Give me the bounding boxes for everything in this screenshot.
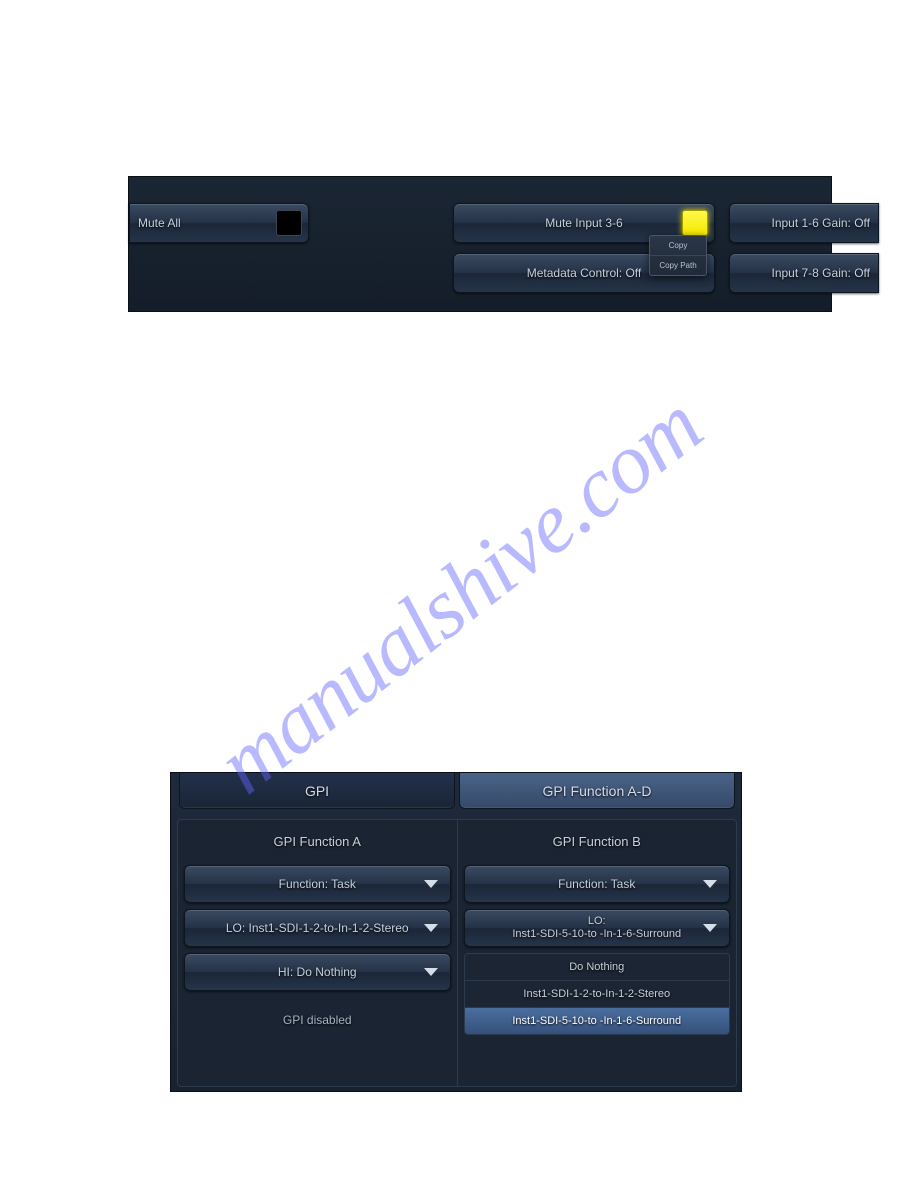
- context-menu: Copy Copy Path: [649, 235, 707, 276]
- hi-option-stereo[interactable]: Inst1-SDI-1-2-to-In-1-2-Stereo: [465, 980, 730, 1007]
- audio-control-panel: Mute All Mute Input 3-6 Metadata Control…: [128, 176, 832, 312]
- gpi-tabs: GPI GPI Function A-D: [179, 773, 735, 809]
- gpi-function-a-heading: GPI Function A: [184, 826, 451, 859]
- watermark-text: manualshive.com: [198, 375, 720, 814]
- gpi-body: GPI Function A Function: Task LO: Inst1-…: [177, 819, 737, 1087]
- function-b-task-select[interactable]: Function: Task: [464, 865, 731, 903]
- chevron-down-icon: [703, 880, 717, 888]
- chevron-down-icon: [424, 924, 438, 932]
- gpi-function-b-column: GPI Function B Function: Task LO: Inst1-…: [457, 820, 737, 1086]
- gpi-function-a-column: GPI Function A Function: Task LO: Inst1-…: [178, 820, 457, 1086]
- context-copy-path-item[interactable]: Copy Path: [650, 255, 706, 275]
- chevron-down-icon: [703, 924, 717, 932]
- mute-input-label: Mute Input 3-6: [545, 216, 622, 230]
- chevron-down-icon: [424, 880, 438, 888]
- mute-all-button[interactable]: Mute All: [129, 203, 309, 243]
- hi-option-do-nothing[interactable]: Do Nothing: [465, 954, 730, 980]
- mute-input-indicator-icon: [682, 210, 708, 236]
- gpi-disabled-label: GPI disabled: [184, 997, 451, 1043]
- function-a-lo-label: LO: Inst1-SDI-1-2-to-In-1-2-Stereo: [226, 921, 409, 935]
- mute-all-indicator-icon: [276, 210, 302, 236]
- function-a-task-label: Function: Task: [279, 877, 356, 891]
- gpi-panel: GPI GPI Function A-D GPI Function A Func…: [170, 772, 742, 1092]
- function-a-hi-label: HI: Do Nothing: [278, 965, 357, 979]
- input-1-6-gain-label: Input 1-6 Gain: Off: [771, 216, 870, 230]
- function-b-hi-dropdown: Do Nothing Inst1-SDI-1-2-to-In-1-2-Stere…: [464, 953, 731, 1035]
- function-a-lo-select[interactable]: LO: Inst1-SDI-1-2-to-In-1-2-Stereo: [184, 909, 451, 947]
- chevron-down-icon: [424, 968, 438, 976]
- mute-all-label: Mute All: [138, 216, 181, 230]
- context-copy-item[interactable]: Copy: [650, 236, 706, 255]
- input-1-6-gain-button[interactable]: Input 1-6 Gain: Off: [729, 203, 879, 243]
- tab-gpi-function-ad[interactable]: GPI Function A-D: [459, 773, 735, 809]
- metadata-control-label: Metadata Control: Off: [527, 266, 642, 280]
- function-a-hi-select[interactable]: HI: Do Nothing: [184, 953, 451, 991]
- function-b-lo-line2: Inst1-SDI-5-10-to -In-1-6-Surround: [512, 928, 681, 941]
- function-a-task-select[interactable]: Function: Task: [184, 865, 451, 903]
- gpi-function-b-heading: GPI Function B: [464, 826, 731, 859]
- function-b-lo-line1: LO:: [588, 915, 606, 928]
- hi-option-surround[interactable]: Inst1-SDI-5-10-to -In-1-6-Surround: [465, 1007, 730, 1034]
- function-b-task-label: Function: Task: [558, 877, 635, 891]
- input-7-8-gain-label: Input 7-8 Gain: Off: [771, 266, 870, 280]
- input-7-8-gain-button[interactable]: Input 7-8 Gain: Off: [729, 253, 879, 293]
- function-b-lo-select[interactable]: LO: Inst1-SDI-5-10-to -In-1-6-Surround: [464, 909, 731, 947]
- tab-gpi[interactable]: GPI: [179, 773, 455, 809]
